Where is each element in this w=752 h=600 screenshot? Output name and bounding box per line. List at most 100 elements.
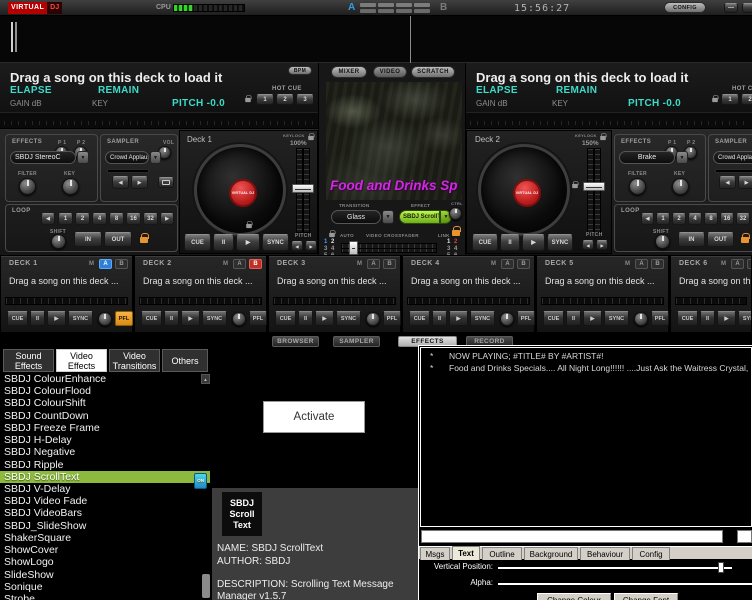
alpha-slider[interactable] bbox=[498, 583, 752, 585]
pitch-down-button[interactable]: ◀ bbox=[291, 241, 303, 251]
assign-a-button[interactable]: A bbox=[233, 259, 246, 269]
key-knob[interactable] bbox=[672, 178, 689, 195]
tab-sound-effects[interactable]: Sound Effects bbox=[3, 349, 54, 372]
vertical-position-slider[interactable] bbox=[498, 567, 732, 569]
hot-cue-1-button[interactable]: 1 bbox=[721, 94, 739, 105]
cue-button[interactable]: CUE bbox=[141, 311, 162, 326]
hotcue-lock-icon[interactable] bbox=[245, 98, 251, 102]
sync-button[interactable]: SYNC bbox=[470, 311, 495, 326]
pfl-button[interactable]: PFL bbox=[115, 311, 133, 326]
sampler-next-button[interactable]: ▶ bbox=[131, 176, 148, 189]
effect-list-item[interactable]: SBDJ Negative bbox=[0, 446, 210, 458]
tab-video-effects[interactable]: Video Effects bbox=[56, 349, 107, 372]
pitch-down-button[interactable]: ◀ bbox=[582, 240, 594, 250]
message-input[interactable] bbox=[421, 530, 723, 543]
sync-button[interactable]: SYNC bbox=[202, 311, 227, 326]
play-button[interactable]: ▶ bbox=[47, 311, 66, 326]
pause-button[interactable]: II bbox=[213, 234, 234, 251]
cue-button[interactable]: CUE bbox=[472, 234, 498, 251]
change-colour-button[interactable]: Change Colour bbox=[537, 593, 611, 600]
tab-sampler[interactable]: SAMPLER bbox=[333, 336, 380, 347]
effect-list-item[interactable]: SBDJ H-Delay bbox=[0, 434, 210, 446]
pfl-button[interactable]: PFL bbox=[249, 311, 267, 326]
play-button[interactable]: ▶ bbox=[583, 311, 602, 326]
assign-b-button[interactable]: B bbox=[651, 259, 664, 269]
volume-knob[interactable] bbox=[634, 312, 648, 326]
loop-4-button[interactable]: 4 bbox=[688, 213, 702, 225]
loop-shift-knob[interactable] bbox=[51, 234, 66, 249]
loop-shift-knob[interactable] bbox=[655, 234, 670, 249]
effect-list-item[interactable]: SBDJ ColourFlood bbox=[0, 385, 210, 397]
pause-button[interactable]: II bbox=[500, 234, 520, 251]
mini-deck-4[interactable]: DECK 4 M A B Drag a song on this deck ..… bbox=[402, 255, 535, 333]
tab-text[interactable]: Text bbox=[452, 546, 480, 560]
play-button[interactable]: ▶ bbox=[181, 311, 200, 326]
assign-a-button[interactable]: A bbox=[99, 259, 112, 269]
loop-1-button[interactable]: 1 bbox=[656, 213, 670, 225]
volume-knob[interactable] bbox=[232, 312, 246, 326]
loop-2-button[interactable]: 2 bbox=[672, 213, 686, 225]
sync-button[interactable]: SYNC bbox=[262, 234, 289, 251]
effect-list-item[interactable]: SBDJ ColourShift bbox=[0, 397, 210, 409]
loop-8-button[interactable]: 8 bbox=[704, 213, 718, 225]
minimize-button[interactable]: — bbox=[724, 3, 738, 13]
loop-4-button[interactable]: 4 bbox=[92, 213, 107, 225]
effect-list-item[interactable]: ShakerSquare bbox=[0, 532, 210, 544]
assign-a-button[interactable]: A bbox=[635, 259, 648, 269]
pitch-up-button[interactable]: ▶ bbox=[305, 241, 317, 251]
tab-scratch[interactable]: SCRATCH bbox=[411, 66, 455, 78]
volume-knob[interactable] bbox=[98, 312, 112, 326]
tab-others[interactable]: Others bbox=[162, 349, 208, 372]
tab-browser[interactable]: BROWSER bbox=[272, 336, 319, 347]
effect-list-item[interactable]: SBDJ Video Fade bbox=[0, 495, 210, 507]
mini-deck-5[interactable]: DECK 5 M A B Drag a song on this deck ..… bbox=[536, 255, 669, 333]
keylock-icon[interactable] bbox=[600, 136, 606, 140]
effect-list-item[interactable]: SBDJ ColourEnhance bbox=[0, 373, 210, 385]
pfl-button[interactable]: PFL bbox=[517, 311, 535, 326]
sampler-select[interactable]: Crowd Applaus bbox=[105, 151, 149, 164]
cue-button[interactable]: CUE bbox=[7, 311, 28, 326]
mini-deck-3[interactable]: DECK 3 M A B Drag a song on this deck ..… bbox=[268, 255, 401, 333]
effect-select-arrow-icon[interactable]: ▼ bbox=[77, 151, 89, 164]
pfl-button[interactable]: PFL bbox=[651, 311, 669, 326]
effect-list-item[interactable]: SBDJ_SlideShow bbox=[0, 520, 210, 532]
loop-double-button[interactable]: ▶ bbox=[160, 213, 174, 225]
loop-in-button[interactable]: IN bbox=[678, 232, 705, 247]
scrollbar-thumb[interactable] bbox=[202, 574, 210, 598]
mini-deck-6[interactable]: DECK 6 M A B Drag a song on this deck ..… bbox=[670, 255, 752, 333]
assign-b-button[interactable]: B bbox=[383, 259, 396, 269]
assign-a-button[interactable]: A bbox=[501, 259, 514, 269]
jog-wheel[interactable]: VIRTUAL DJ bbox=[478, 144, 570, 236]
sync-button[interactable]: SYNC bbox=[68, 311, 93, 326]
tab-video[interactable]: VIDEO bbox=[373, 66, 407, 78]
filter-knob[interactable] bbox=[19, 178, 36, 195]
hot-cue-1-button[interactable]: 1 bbox=[256, 94, 274, 105]
play-button[interactable]: ▶ bbox=[522, 234, 545, 251]
change-font-button[interactable]: Change Font bbox=[614, 593, 678, 600]
wheel-lock-icon[interactable] bbox=[246, 224, 252, 228]
mini-deck-2[interactable]: DECK 2 M A B Drag a song on this deck ..… bbox=[134, 255, 267, 333]
loop-lock-icon[interactable] bbox=[741, 237, 749, 243]
cue-button[interactable]: CUE bbox=[677, 311, 698, 326]
loop-32-button[interactable]: 32 bbox=[736, 213, 750, 225]
mini-deck-progress[interactable] bbox=[273, 297, 396, 305]
message-side-button[interactable] bbox=[737, 530, 752, 543]
tab-outline[interactable]: Outline bbox=[482, 547, 522, 560]
video-effect-select[interactable]: SBDJ ScrollTex bbox=[399, 210, 440, 224]
play-button[interactable]: ▶ bbox=[315, 311, 334, 326]
effect-list-item[interactable]: SBDJ CountDown bbox=[0, 410, 210, 422]
hotcue-lock-icon[interactable] bbox=[712, 98, 718, 102]
volume-knob[interactable] bbox=[500, 312, 514, 326]
effect-select-arrow-icon[interactable]: ▼ bbox=[676, 151, 688, 164]
hot-cue-3-button[interactable]: 3 bbox=[296, 94, 314, 105]
effect-list-item[interactable]: SBDJ V-Delay bbox=[0, 483, 210, 495]
auto-lock-icon[interactable] bbox=[329, 233, 335, 237]
scroll-up-button[interactable]: ▲ bbox=[201, 374, 210, 384]
activate-button[interactable]: Activate bbox=[263, 401, 365, 433]
config-button[interactable]: CONFIG bbox=[664, 2, 706, 13]
message-display[interactable]: * NOW PLAYING; #TITLE# BY #ARTIST#! * Fo… bbox=[420, 347, 752, 527]
mini-deck-progress[interactable] bbox=[541, 297, 664, 305]
play-button[interactable]: ▶ bbox=[717, 311, 736, 326]
assign-b-button[interactable]: B bbox=[747, 259, 752, 269]
loop-16-button[interactable]: 16 bbox=[720, 213, 734, 225]
